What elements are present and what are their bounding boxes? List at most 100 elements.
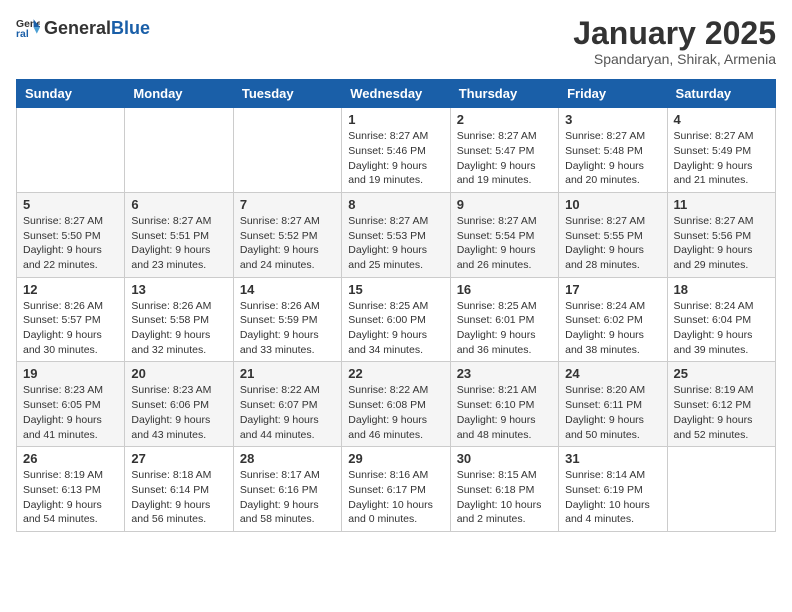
table-row: 4 Sunrise: 8:27 AM Sunset: 5:49 PM Daylig… <box>667 108 775 193</box>
day-number: 18 <box>674 282 769 297</box>
logo-text: GeneralBlue <box>44 19 150 38</box>
day-info: Sunrise: 8:19 AM Sunset: 6:12 PM Dayligh… <box>674 383 769 442</box>
table-row: 14Sunrise: 8:26 AM Sunset: 5:59 PM Dayli… <box>233 277 341 362</box>
day-number: 22 <box>348 366 443 381</box>
day-info: Sunrise: 8:26 AM Sunset: 5:57 PM Dayligh… <box>23 299 118 358</box>
day-info: Sunrise: 8:26 AM Sunset: 5:58 PM Dayligh… <box>131 299 226 358</box>
day-number: 4 <box>674 112 769 127</box>
day-info: Sunrise: 8:25 AM Sunset: 6:00 PM Dayligh… <box>348 299 443 358</box>
table-row: 28 Sunrise: 8:17 AM Sunset: 6:16 PM Dayli… <box>233 447 341 532</box>
table-row: 25 Sunrise: 8:19 AM Sunset: 6:12 PM Dayli… <box>667 362 775 447</box>
day-info: Sunrise: 8:17 AM Sunset: 6:16 PM Dayligh… <box>240 468 335 527</box>
table-row: 13 Sunrise: 8:26 AM Sunset: 5:58 PM Dayli… <box>125 277 233 362</box>
weekday-header-row: Sunday Monday Tuesday Wednesday Thursday… <box>17 80 776 108</box>
header-friday: Friday <box>559 80 667 108</box>
calendar-week-row: 1 Sunrise: 8:27 AM Sunset: 5:46 PM Daylig… <box>17 108 776 193</box>
table-row: 30Sunrise: 8:15 AM Sunset: 6:18 PM Dayli… <box>450 447 558 532</box>
table-row: 7Sunrise: 8:27 AM Sunset: 5:52 PM Daylig… <box>233 192 341 277</box>
header-sunday: Sunday <box>17 80 125 108</box>
table-row: 29 Sunrise: 8:16 AM Sunset: 6:17 PM Dayli… <box>342 447 450 532</box>
day-number: 28 <box>240 451 335 466</box>
day-number: 26 <box>23 451 118 466</box>
day-number: 29 <box>348 451 443 466</box>
table-row: 22 Sunrise: 8:22 AM Sunset: 6:08 PM Dayli… <box>342 362 450 447</box>
day-number: 19 <box>23 366 118 381</box>
table-row: 9 Sunrise: 8:27 AM Sunset: 5:54 PM Daylig… <box>450 192 558 277</box>
logo: Gene ral GeneralBlue <box>16 16 150 40</box>
day-number: 25 <box>674 366 769 381</box>
day-info: Sunrise: 8:27 AM Sunset: 5:55 PM Dayligh… <box>565 214 660 273</box>
table-row: 17 Sunrise: 8:24 AM Sunset: 6:02 PM Dayli… <box>559 277 667 362</box>
table-row: 11 Sunrise: 8:27 AM Sunset: 5:56 PM Dayli… <box>667 192 775 277</box>
day-info: Sunrise: 8:24 AM Sunset: 6:02 PM Dayligh… <box>565 299 660 358</box>
table-row: 23Sunrise: 8:21 AM Sunset: 6:10 PM Dayli… <box>450 362 558 447</box>
day-number: 2 <box>457 112 552 127</box>
table-row: 20 Sunrise: 8:23 AM Sunset: 6:06 PM Dayli… <box>125 362 233 447</box>
table-row: 31 Sunrise: 8:14 AM Sunset: 6:19 PM Dayli… <box>559 447 667 532</box>
header-wednesday: Wednesday <box>342 80 450 108</box>
table-row <box>233 108 341 193</box>
day-info: Sunrise: 8:27 AM Sunset: 5:49 PM Dayligh… <box>674 129 769 188</box>
table-row <box>17 108 125 193</box>
day-info: Sunrise: 8:27 AM Sunset: 5:54 PM Dayligh… <box>457 214 552 273</box>
day-number: 5 <box>23 197 118 212</box>
day-number: 21 <box>240 366 335 381</box>
day-number: 9 <box>457 197 552 212</box>
table-row: 6Sunrise: 8:27 AM Sunset: 5:51 PM Daylig… <box>125 192 233 277</box>
table-row <box>667 447 775 532</box>
header-thursday: Thursday <box>450 80 558 108</box>
table-row: 21 Sunrise: 8:22 AM Sunset: 6:07 PM Dayli… <box>233 362 341 447</box>
location-subtitle: Spandaryan, Shirak, Armenia <box>573 51 776 67</box>
day-info: Sunrise: 8:16 AM Sunset: 6:17 PM Dayligh… <box>348 468 443 527</box>
day-info: Sunrise: 8:27 AM Sunset: 5:48 PM Dayligh… <box>565 129 660 188</box>
logo-blue: Blue <box>111 18 150 38</box>
table-row: 3Sunrise: 8:27 AM Sunset: 5:48 PM Daylig… <box>559 108 667 193</box>
table-row: 18 Sunrise: 8:24 AM Sunset: 6:04 PM Dayli… <box>667 277 775 362</box>
day-info: Sunrise: 8:22 AM Sunset: 6:07 PM Dayligh… <box>240 383 335 442</box>
day-number: 14 <box>240 282 335 297</box>
day-info: Sunrise: 8:27 AM Sunset: 5:47 PM Dayligh… <box>457 129 552 188</box>
calendar-week-row: 19Sunrise: 8:23 AM Sunset: 6:05 PM Dayli… <box>17 362 776 447</box>
calendar-table: Sunday Monday Tuesday Wednesday Thursday… <box>16 79 776 532</box>
table-row: 2 Sunrise: 8:27 AM Sunset: 5:47 PM Daylig… <box>450 108 558 193</box>
month-title: January 2025 <box>573 16 776 51</box>
table-row: 1 Sunrise: 8:27 AM Sunset: 5:46 PM Daylig… <box>342 108 450 193</box>
table-row <box>125 108 233 193</box>
day-info: Sunrise: 8:23 AM Sunset: 6:06 PM Dayligh… <box>131 383 226 442</box>
day-number: 11 <box>674 197 769 212</box>
day-number: 15 <box>348 282 443 297</box>
table-row: 24Sunrise: 8:20 AM Sunset: 6:11 PM Dayli… <box>559 362 667 447</box>
day-info: Sunrise: 8:24 AM Sunset: 6:04 PM Dayligh… <box>674 299 769 358</box>
table-row: 8 Sunrise: 8:27 AM Sunset: 5:53 PM Daylig… <box>342 192 450 277</box>
day-info: Sunrise: 8:21 AM Sunset: 6:10 PM Dayligh… <box>457 383 552 442</box>
table-row: 19Sunrise: 8:23 AM Sunset: 6:05 PM Dayli… <box>17 362 125 447</box>
day-info: Sunrise: 8:27 AM Sunset: 5:46 PM Dayligh… <box>348 129 443 188</box>
day-info: Sunrise: 8:27 AM Sunset: 5:56 PM Dayligh… <box>674 214 769 273</box>
day-number: 1 <box>348 112 443 127</box>
table-row: 10 Sunrise: 8:27 AM Sunset: 5:55 PM Dayli… <box>559 192 667 277</box>
day-number: 24 <box>565 366 660 381</box>
header-monday: Monday <box>125 80 233 108</box>
day-number: 31 <box>565 451 660 466</box>
table-row: 12 Sunrise: 8:26 AM Sunset: 5:57 PM Dayli… <box>17 277 125 362</box>
day-number: 27 <box>131 451 226 466</box>
day-number: 10 <box>565 197 660 212</box>
day-number: 6 <box>131 197 226 212</box>
table-row: 16Sunrise: 8:25 AM Sunset: 6:01 PM Dayli… <box>450 277 558 362</box>
day-info: Sunrise: 8:18 AM Sunset: 6:14 PM Dayligh… <box>131 468 226 527</box>
day-info: Sunrise: 8:27 AM Sunset: 5:50 PM Dayligh… <box>23 214 118 273</box>
day-info: Sunrise: 8:15 AM Sunset: 6:18 PM Dayligh… <box>457 468 552 527</box>
day-number: 20 <box>131 366 226 381</box>
day-number: 13 <box>131 282 226 297</box>
logo-icon: Gene ral <box>16 16 40 40</box>
day-number: 12 <box>23 282 118 297</box>
day-number: 17 <box>565 282 660 297</box>
day-info: Sunrise: 8:22 AM Sunset: 6:08 PM Dayligh… <box>348 383 443 442</box>
day-info: Sunrise: 8:14 AM Sunset: 6:19 PM Dayligh… <box>565 468 660 527</box>
calendar-week-row: 26Sunrise: 8:19 AM Sunset: 6:13 PM Dayli… <box>17 447 776 532</box>
day-number: 8 <box>348 197 443 212</box>
day-info: Sunrise: 8:27 AM Sunset: 5:53 PM Dayligh… <box>348 214 443 273</box>
day-number: 7 <box>240 197 335 212</box>
header-saturday: Saturday <box>667 80 775 108</box>
header-tuesday: Tuesday <box>233 80 341 108</box>
